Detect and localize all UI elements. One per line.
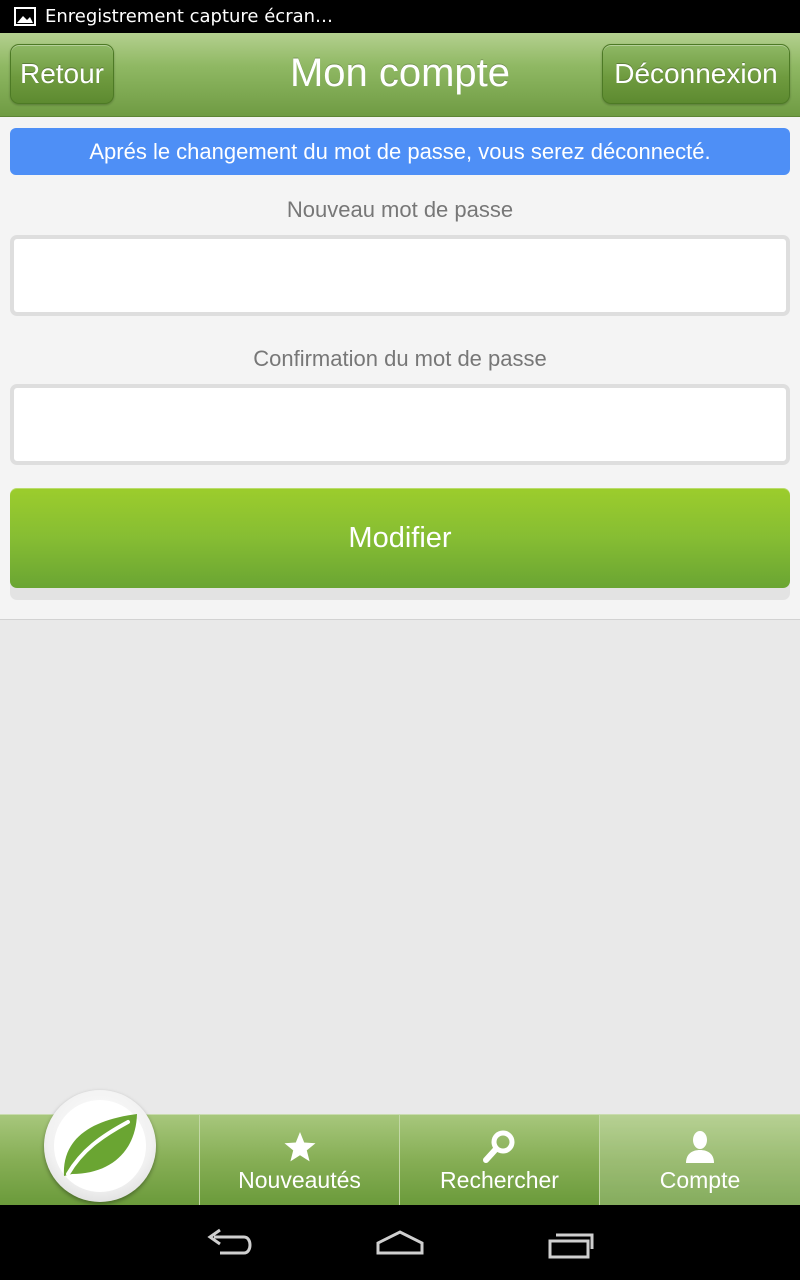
tab-label: Compte — [659, 1167, 741, 1193]
image-icon — [14, 7, 36, 26]
star-icon — [284, 1132, 315, 1162]
logout-button[interactable]: Déconnexion — [602, 44, 790, 104]
tab-rechercher[interactable]: Rechercher — [399, 1115, 599, 1206]
tab-label: Rechercher — [440, 1167, 559, 1193]
recent-apps-icon[interactable] — [542, 1223, 602, 1263]
tab-nouveautes[interactable]: Nouveautés — [199, 1115, 399, 1206]
system-nav-bar — [0, 1205, 800, 1280]
back-button[interactable]: Retour — [10, 44, 114, 104]
submit-button[interactable]: Modifier — [10, 488, 790, 588]
password-form: Aprés le changement du mot de passe, vou… — [0, 117, 800, 620]
page-title: Mon compte — [289, 51, 511, 95]
back-icon[interactable] — [200, 1223, 260, 1263]
confirm-password-label: Confirmation du mot de passe — [253, 346, 547, 371]
leaf-icon — [54, 1100, 146, 1192]
notification-text: Enregistrement capture écran… — [45, 6, 334, 27]
tab-label: Nouveautés — [238, 1167, 361, 1193]
home-icon[interactable] — [370, 1223, 430, 1263]
new-password-field[interactable] — [10, 235, 790, 316]
home-logo-button[interactable] — [44, 1090, 156, 1202]
new-password-label: Nouveau mot de passe — [286, 197, 514, 222]
search-icon — [482, 1130, 514, 1163]
confirm-password-field[interactable] — [10, 384, 790, 465]
app-header: Retour Mon compte Déconnexion — [0, 33, 800, 117]
tab-compte[interactable]: Compte — [599, 1115, 800, 1206]
status-bar: Enregistrement capture écran… — [0, 0, 800, 33]
user-icon — [686, 1131, 714, 1163]
info-banner: Aprés le changement du mot de passe, vou… — [10, 128, 790, 175]
